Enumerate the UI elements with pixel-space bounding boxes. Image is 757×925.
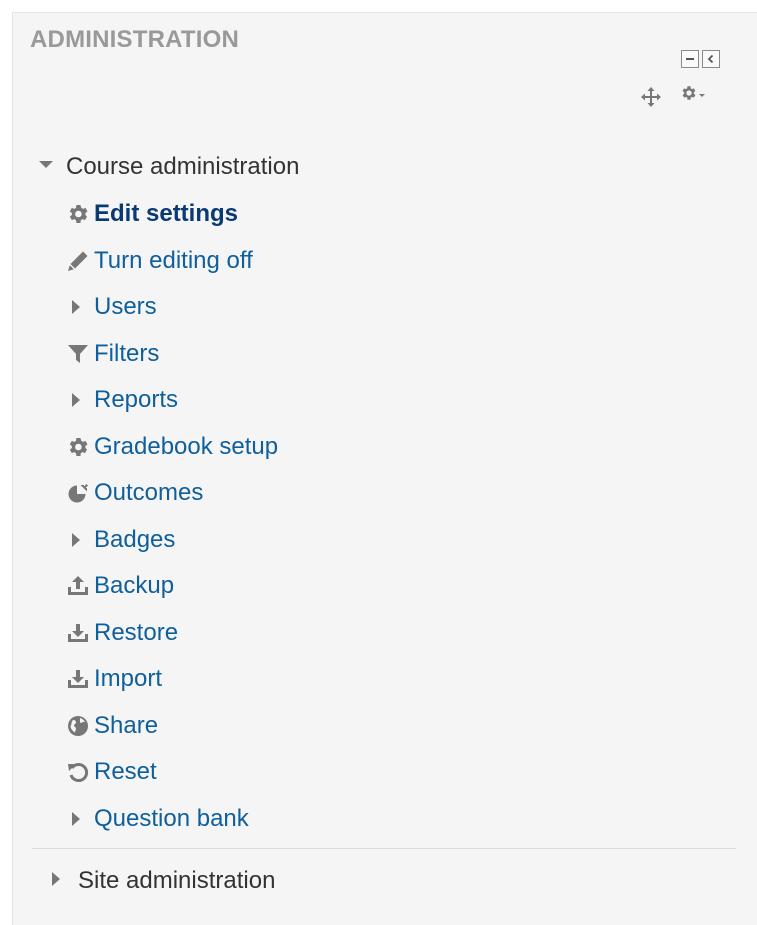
nav-item-label: Turn editing off: [94, 246, 253, 274]
course-administration-label: Course administration: [66, 153, 300, 180]
nav-item-label: Outcomes: [94, 479, 204, 507]
nav-item-label: Gradebook setup: [94, 432, 279, 460]
nav-item-share[interactable]: Share: [64, 703, 278, 750]
nav-item-users[interactable]: Users: [64, 284, 278, 331]
nav-item-label: Share: [94, 711, 159, 739]
filter-icon: [64, 340, 92, 368]
nav-item-restore[interactable]: Restore: [64, 610, 278, 657]
nav-item-label: Users: [94, 293, 157, 321]
nav-item-import[interactable]: Import: [64, 656, 278, 703]
nav-item-label: Question bank: [94, 804, 249, 832]
nav-item-label: Edit settings: [94, 200, 239, 228]
nav-item-label: Backup: [94, 572, 175, 600]
gear-icon: [64, 433, 92, 461]
gear-icon: [680, 84, 698, 107]
minimize-icon[interactable]: [681, 50, 699, 68]
upload-icon: [64, 572, 92, 600]
download-icon: [64, 665, 92, 693]
divider: [32, 848, 736, 849]
nav-item-filters[interactable]: Filters: [64, 331, 278, 378]
site-administration-node[interactable]: Site administration: [50, 864, 275, 898]
dock-icon[interactable]: [702, 50, 720, 68]
caret-right-icon: [50, 871, 62, 892]
caret-right-icon: [64, 386, 92, 414]
nav-item-turn-editing-off[interactable]: Turn editing off: [64, 238, 278, 285]
outcomes-icon: [64, 479, 92, 507]
caret-down-icon: [38, 158, 54, 176]
move-arrows-icon[interactable]: [641, 87, 661, 112]
nav-item-reports[interactable]: Reports: [64, 377, 278, 424]
block-actions-menu[interactable]: [680, 84, 706, 107]
nav-item-label: Reports: [94, 386, 179, 414]
download-icon: [64, 619, 92, 647]
site-administration-label: Site administration: [78, 867, 276, 894]
nav-item-label: Filters: [94, 339, 160, 367]
nav-item-label: Restore: [94, 618, 179, 646]
nav-item-badges[interactable]: Badges: [64, 517, 278, 564]
nav-item-label: Badges: [94, 525, 176, 553]
course-administration-list: Edit settings Turn editing off Users Filter…: [64, 191, 278, 842]
nav-item-backup[interactable]: Backup: [64, 563, 278, 610]
nav-item-label: Reset: [94, 758, 157, 786]
reset-icon: [64, 758, 92, 786]
block-title: ADMINISTRATION: [30, 26, 240, 53]
nav-item-question-bank[interactable]: Question bank: [64, 796, 278, 843]
pencil-icon: [64, 247, 92, 275]
caret-right-icon: [64, 526, 92, 554]
caret-right-icon: [64, 293, 92, 321]
gear-icon: [64, 200, 92, 228]
nav-item-edit-settings[interactable]: Edit settings: [64, 191, 278, 238]
nav-item-gradebook-setup[interactable]: Gradebook setup: [64, 424, 278, 471]
caret-right-icon: [64, 805, 92, 833]
nav-item-reset[interactable]: Reset: [64, 749, 278, 796]
course-administration-node[interactable]: Course administration: [38, 150, 299, 184]
chevron-down-icon: [698, 87, 706, 105]
globe-icon: [64, 712, 92, 740]
nav-item-label: Import: [94, 665, 163, 693]
nav-item-outcomes[interactable]: Outcomes: [64, 470, 278, 517]
